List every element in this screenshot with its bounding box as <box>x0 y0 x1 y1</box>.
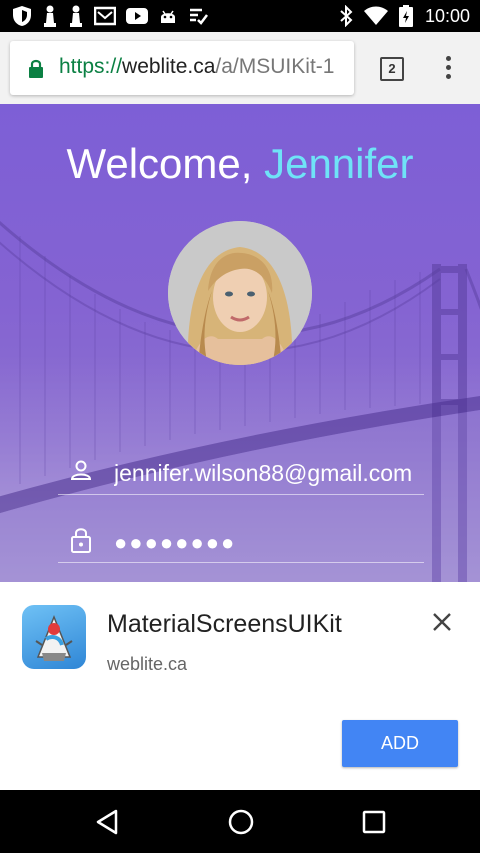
youtube-icon <box>126 8 148 24</box>
navigation-bar <box>0 790 480 853</box>
person-icon <box>70 460 92 480</box>
lock-icon <box>29 59 43 78</box>
login-hero: Welcome, Jennifer jennifer.wilson88@gmai… <box>0 104 480 582</box>
duke-mascot-icon <box>35 614 73 661</box>
battery-icon <box>398 5 413 27</box>
shield-icon <box>13 6 31 26</box>
address-bar[interactable]: https://weblite.ca/a/MSUIKit-1 <box>10 41 354 95</box>
mail-icon <box>94 6 116 26</box>
url-host: weblite.ca <box>122 55 216 78</box>
add-to-homescreen-sheet: MaterialScreensUIKit weblite.ca ADD <box>0 582 480 790</box>
url-text[interactable]: https://weblite.ca/a/MSUIKit-1 <box>59 55 334 79</box>
password-input[interactable]: ●●●●●●●● <box>114 530 424 556</box>
tab-switcher-button[interactable]: 2 <box>380 57 404 81</box>
recents-icon[interactable] <box>362 810 386 834</box>
wifi-icon <box>363 6 388 25</box>
chess-pawn-icon <box>44 5 56 27</box>
system-icons: 10:00 <box>339 4 470 28</box>
welcome-heading: Welcome, Jennifer <box>0 140 480 188</box>
email-field[interactable]: jennifer.wilson88@gmail.com <box>58 450 424 495</box>
password-field[interactable]: ●●●●●●●● <box>58 518 424 563</box>
app-icon <box>22 605 86 669</box>
add-button[interactable]: ADD <box>342 720 458 767</box>
avatar <box>168 221 312 365</box>
android-icon <box>161 10 175 23</box>
lock-icon <box>71 528 91 553</box>
back-icon[interactable] <box>94 808 120 836</box>
url-scheme: https:// <box>59 55 123 78</box>
welcome-prefix: Welcome, <box>66 140 265 187</box>
clock: 10:00 <box>424 5 470 26</box>
bluetooth-icon <box>340 5 353 27</box>
email-input[interactable]: jennifer.wilson88@gmail.com <box>114 460 424 487</box>
notification-icons <box>12 4 208 28</box>
checklist-icon <box>190 8 208 25</box>
user-portrait <box>168 221 312 365</box>
app-name: MaterialScreensUIKit <box>107 610 342 638</box>
home-icon[interactable] <box>227 808 255 836</box>
url-path: /a/MSUIKit-1 <box>215 55 335 78</box>
app-site: weblite.ca <box>107 654 188 674</box>
status-bar: 10:00 <box>0 0 480 32</box>
chess-pawn-icon <box>70 5 82 27</box>
user-first-name: Jennifer <box>264 140 414 187</box>
browser-toolbar: https://weblite.ca/a/MSUIKit-1 2 <box>0 32 480 104</box>
close-icon[interactable] <box>428 608 456 636</box>
overflow-menu-icon[interactable] <box>446 56 452 83</box>
